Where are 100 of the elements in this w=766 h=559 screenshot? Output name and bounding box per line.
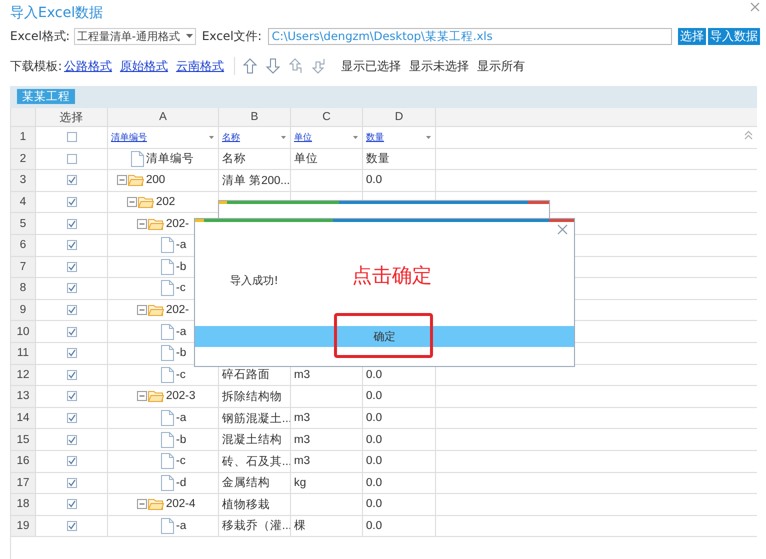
close-icon[interactable] [750,2,760,12]
row-checkbox[interactable] [66,391,76,402]
move-down-icon[interactable] [266,58,280,74]
row-number: 17 [11,472,36,494]
row-checkbox[interactable] [66,132,76,142]
row-checkbox[interactable] [66,283,76,294]
collapse-icon[interactable] [137,305,147,316]
template-link[interactable]: 公路格式 [64,58,112,74]
dropdown-caret-icon[interactable] [281,136,286,139]
row-checkbox[interactable] [66,370,76,380]
filter-dropdown[interactable]: 名称 [219,127,291,148]
filter-button[interactable]: 显示所有 [475,58,528,74]
code-text: 202 [156,196,176,208]
folder-icon [128,174,144,186]
quantity-cell: 0.0 [366,412,382,424]
row-checkbox[interactable] [66,240,76,250]
unit-cell: kg [294,476,306,489]
code-text: 清单编号 [146,152,194,166]
dropdown-caret-icon[interactable] [186,34,193,38]
row-number: 12 [11,364,36,386]
import-button[interactable]: 导入数据 [708,28,760,44]
file-icon [161,324,174,340]
filter-button[interactable]: 显示未选择 [407,58,472,74]
code-text: -a [176,239,186,252]
row-checkbox[interactable] [66,218,76,229]
quantity-cell: 0.0 [366,498,382,510]
row-number: 13 [11,386,36,407]
folder-icon [148,304,164,316]
row-checkbox[interactable] [66,478,76,488]
unit-cell: m3 [294,434,310,446]
close-icon[interactable] [557,224,568,235]
dropdown-caret-icon[interactable] [353,136,358,139]
row-number: 4 [11,192,36,212]
dropdown-caret-icon[interactable] [209,136,214,139]
code-text: -b [176,347,186,360]
name-cell-text: 金属结构 [222,476,270,490]
window-title: 导入Excel数据 [10,4,104,23]
row-number: 6 [11,234,36,256]
format-select[interactable]: 工程量清单-通用格式 [74,28,196,44]
column-header: B [219,108,291,126]
row-checkbox[interactable] [66,154,76,164]
code-text: 202- [166,218,190,230]
name-cell-text: 拆除结构物 [222,390,282,404]
unit-cell: m3 [294,412,310,424]
template-link[interactable]: 云南格式 [176,58,224,74]
row-checkbox[interactable] [66,326,76,337]
folder-icon [148,218,164,230]
quantity-cell: 0.0 [366,368,382,381]
row-checkbox[interactable] [66,197,76,208]
row-checkbox[interactable] [66,499,76,510]
collapse-icon[interactable] [117,175,127,186]
row-checkbox[interactable] [66,348,76,358]
file-icon [161,518,174,534]
collapse-icon[interactable] [137,218,147,229]
column-header: C [291,108,363,126]
row-checkbox[interactable] [66,434,76,445]
row-number: 16 [11,450,36,472]
code-text: -a [176,412,186,424]
row-number: 10 [11,321,36,342]
row-checkbox[interactable] [66,413,76,424]
row-number: 3 [11,170,36,191]
filter-dropdown[interactable]: 清单编号 [108,127,219,148]
collapse-icon[interactable] [127,197,137,208]
collapse-icon[interactable] [137,499,147,510]
code-text: 202-4 [166,498,196,510]
code-text: -b [176,260,186,273]
level-down-icon[interactable] [312,58,326,74]
select-button[interactable]: 选择 [678,28,706,44]
row-checkbox[interactable] [66,262,76,272]
dialog-message: 导入成功! [230,273,278,288]
scroll-top-icon[interactable] [744,130,753,140]
row-checkbox[interactable] [66,456,76,466]
row-number: 8 [11,278,36,299]
code-text: 202- [166,304,190,316]
ok-button[interactable]: 确定 [195,326,574,347]
quantity-cell-text: 数量 [366,152,390,166]
move-up-icon[interactable] [243,58,258,74]
filter-button[interactable]: 显示已选择 [339,58,404,74]
template-link[interactable]: 原始格式 [120,58,168,74]
file-icon [161,345,174,362]
dropdown-caret-icon[interactable] [426,136,431,139]
file-icon [131,150,144,167]
file-icon [161,366,174,383]
row-checkbox[interactable] [66,305,76,316]
filter-dropdown[interactable]: 数量 [363,127,436,148]
level-up-icon[interactable] [289,58,304,74]
filter-dropdown[interactable]: 单位 [291,127,363,148]
row-checkbox[interactable] [66,175,76,186]
column-header: A [108,108,219,126]
column-header: 选择 [36,108,108,126]
file-icon [161,258,174,275]
row-checkbox[interactable] [66,520,76,531]
row-number: 18 [11,494,36,515]
row-number: 19 [11,516,36,536]
collapse-icon[interactable] [137,391,147,402]
file-icon [161,410,174,426]
code-text: -c [176,282,186,294]
file-icon [161,237,174,254]
name-cell-text: 植物移栽 [222,498,270,512]
name-cell-text: 清单 第200... [222,174,290,188]
